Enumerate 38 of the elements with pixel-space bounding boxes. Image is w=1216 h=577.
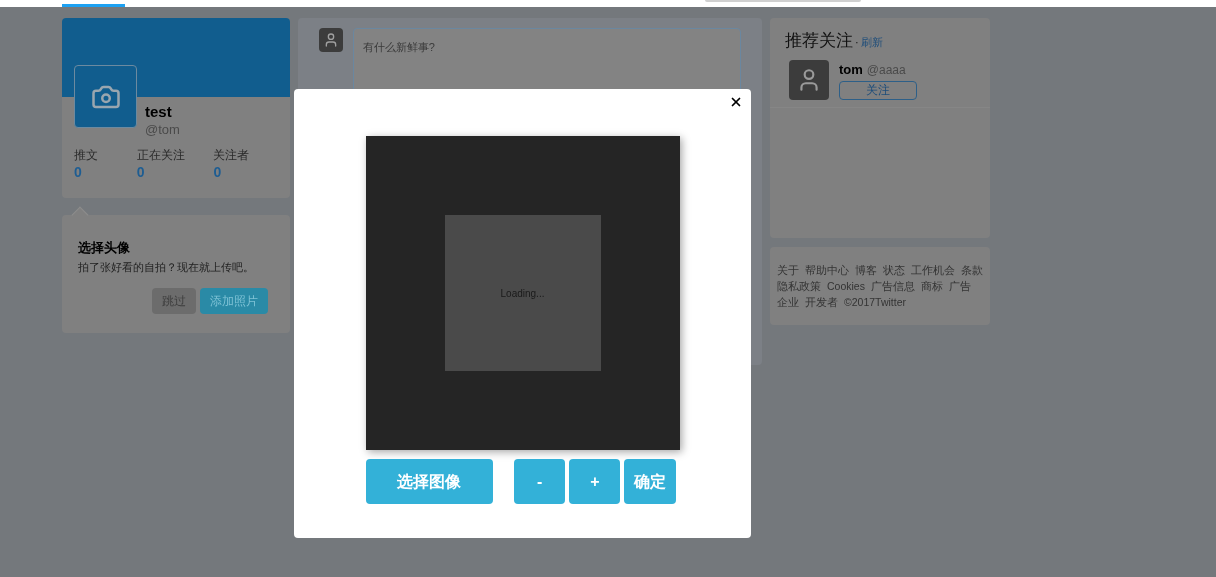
stat-value[interactable]: 0 — [136, 163, 214, 181]
prompt-button[interactable]: 添加照片 — [200, 288, 268, 314]
stat-label: 关注者 — [213, 147, 251, 163]
footer-link[interactable]: 关于 — [777, 262, 799, 278]
footer-link[interactable]: 工作机会 — [911, 262, 955, 278]
avatar-upload-button[interactable] — [74, 65, 137, 128]
footer-link[interactable]: 条款 — [961, 262, 983, 278]
stat-value[interactable]: 0 — [213, 163, 290, 181]
prompt-title: 选择头像 — [78, 240, 131, 256]
stat-value[interactable]: 0 — [74, 163, 137, 181]
footer-link[interactable]: Cookies — [827, 278, 865, 294]
user-name: tom — [839, 60, 863, 79]
cropper-button[interactable]: + — [569, 459, 621, 504]
close-button[interactable] — [729, 95, 743, 109]
footer-link[interactable]: 商标 — [920, 278, 943, 294]
nav-tab-indicator — [62, 4, 125, 7]
footer-link[interactable]: 隐私政策 — [777, 278, 821, 294]
footer-link[interactable]: 广告信息 — [870, 278, 915, 294]
user-avatar-icon — [789, 59, 829, 100]
stat-label: 正在关注 — [136, 147, 186, 163]
separator-dot: · — [855, 35, 859, 50]
who-to-follow-title: 推荐关注 — [785, 30, 853, 52]
footer-link[interactable]: 帮助中心 — [805, 262, 849, 278]
user-avatar-icon — [319, 28, 343, 52]
footer-link[interactable]: ©2017Twitter — [844, 294, 906, 310]
footer-link[interactable]: 广告 — [948, 278, 971, 294]
profile-name: test — [145, 102, 173, 121]
footer-link[interactable]: 博客 — [855, 262, 877, 278]
refresh-link[interactable]: 刷新 — [860, 34, 883, 51]
footer-link[interactable]: 开发者 — [805, 294, 838, 310]
cropper-button[interactable]: - — [514, 459, 566, 504]
footer-link[interactable]: 企业 — [777, 294, 799, 310]
follow-button[interactable]: 关注 — [839, 81, 917, 100]
stat-label: 推文 — [74, 147, 99, 163]
footer-link[interactable]: 状态 — [883, 262, 905, 278]
prompt-text: 拍了张好看的自拍？现在就上传吧。 — [78, 260, 255, 275]
cropper-button[interactable]: 确定 — [624, 459, 676, 504]
cropper-button[interactable]: 选择图像 — [365, 459, 494, 504]
